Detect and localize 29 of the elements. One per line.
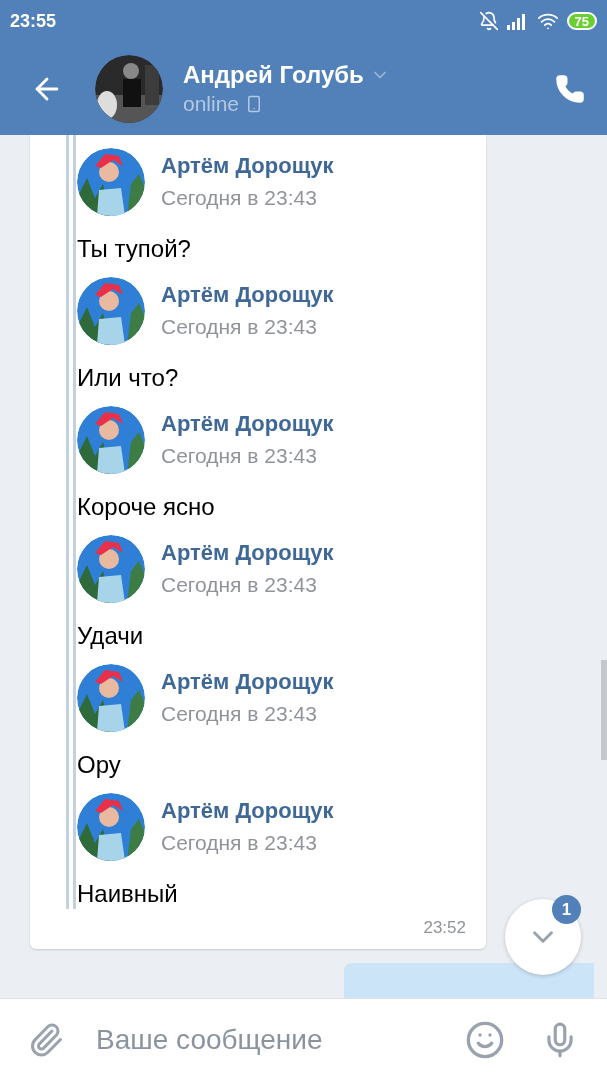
- muted-bell-icon: [478, 11, 499, 31]
- message-text: Ору: [77, 750, 122, 780]
- message-text: Короче ясно: [77, 492, 216, 522]
- attach-icon[interactable]: [28, 1021, 64, 1058]
- contact-name[interactable]: Андрей Голубь: [183, 59, 364, 90]
- unread-badge: 1: [552, 895, 581, 924]
- message-date: Сегодня в 23:43: [161, 185, 318, 211]
- message-date: Сегодня в 23:43: [161, 443, 318, 469]
- clock: 23:55: [10, 9, 57, 33]
- message-date: Сегодня в 23:43: [161, 830, 318, 856]
- battery-level: 75: [566, 12, 597, 30]
- message-text: Ты тупой?: [77, 234, 192, 264]
- message-date: Сегодня в 23:43: [161, 314, 318, 340]
- message-text: Удачи: [77, 621, 145, 651]
- online-status: online: [183, 90, 240, 117]
- message-input[interactable]: Ваше сообщение: [96, 1018, 455, 1061]
- message-text: Наивный: [77, 879, 179, 909]
- author-name[interactable]: Артём Дорощук: [161, 408, 334, 440]
- call-icon[interactable]: [555, 73, 585, 104]
- author-name[interactable]: Артём Дорощук: [161, 279, 334, 311]
- message-date: Сегодня в 23:43: [161, 572, 318, 598]
- message-time: 23:52: [423, 917, 466, 939]
- author-name[interactable]: Артём Дорощук: [161, 795, 334, 827]
- author-name[interactable]: Артём Дорощук: [161, 150, 334, 182]
- emoji-icon[interactable]: [465, 1019, 505, 1060]
- author-name[interactable]: Артём Дорощук: [161, 666, 334, 698]
- message-date: Сегодня в 23:43: [161, 701, 318, 727]
- message-text: Или что?: [77, 363, 180, 393]
- author-name[interactable]: Артём Дорощук: [161, 537, 334, 569]
